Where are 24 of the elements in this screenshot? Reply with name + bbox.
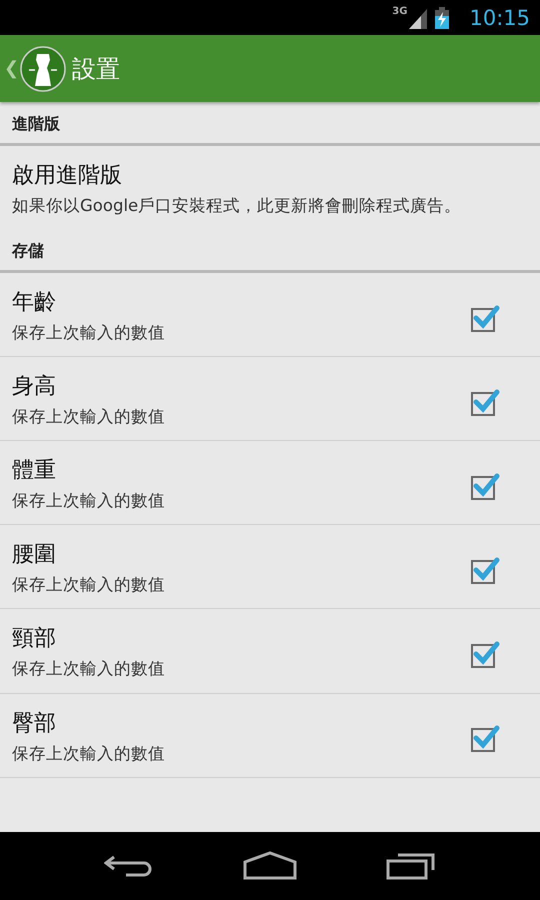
setting-title[interactable]: 身高 bbox=[12, 371, 466, 402]
section-header: 存儲 bbox=[0, 229, 540, 274]
setting-summary: 保存上次輸入的數值 bbox=[12, 658, 166, 680]
setting-title[interactable]: 臀部 bbox=[12, 708, 466, 738]
setting-summary: 保存上次輸入的數值 bbox=[12, 490, 166, 512]
signal-icon bbox=[407, 6, 430, 28]
setting-title[interactable]: 年齡 bbox=[12, 287, 466, 318]
setting-title[interactable]: 腰圍 bbox=[12, 539, 466, 570]
setting-summary: 保存上次輸入的數值 bbox=[12, 574, 166, 596]
battery-charging-icon bbox=[435, 6, 450, 28]
clock: 10:15 bbox=[469, 6, 530, 30]
setting-summary: 保存上次輸入的數值 bbox=[12, 406, 166, 428]
section-header: 進階版 bbox=[0, 102, 540, 146]
setting-summary: 保存上次輸入的數值 bbox=[12, 322, 166, 344]
setting-title[interactable]: 頸部 bbox=[12, 623, 466, 654]
setting-summary: 如果你以Google戶口安裝程式，此更新將會刪除程式廣告。 bbox=[12, 195, 462, 217]
home-icon[interactable] bbox=[242, 851, 297, 881]
recent-apps-icon[interactable] bbox=[386, 851, 436, 881]
dress-form-icon[interactable] bbox=[20, 46, 66, 92]
screen-title: 設置 bbox=[72, 54, 120, 84]
setting-summary: 保存上次輸入的數值 bbox=[12, 742, 166, 765]
setting-title[interactable]: 體重 bbox=[12, 455, 466, 486]
network-label: 3G bbox=[392, 6, 408, 17]
setting-title[interactable]: 啟用進階版 bbox=[12, 160, 528, 190]
